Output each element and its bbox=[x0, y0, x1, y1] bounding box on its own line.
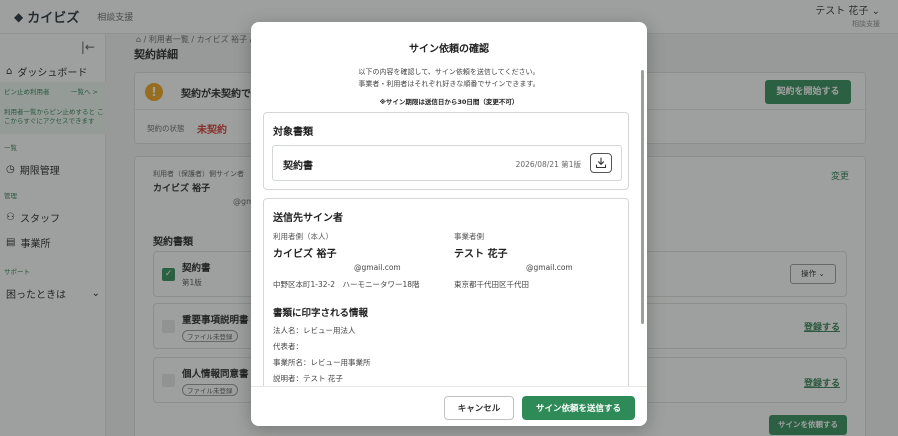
sign-request-modal: サイン依頼の確認 以下の内容を確認して、サイン依頼を送信してください。 事業者・… bbox=[251, 22, 647, 426]
modal-scrollbar[interactable] bbox=[641, 70, 644, 324]
print-representative: 代表者： bbox=[273, 342, 303, 351]
target-doc-row: 契約書 2026/08/21 第1版 bbox=[272, 145, 622, 181]
download-button[interactable] bbox=[590, 153, 612, 173]
provider-side-email: @gmail.com bbox=[526, 263, 573, 272]
doc-meta: 2026/08/21 第1版 bbox=[515, 160, 581, 169]
user-side-email: @gmail.com bbox=[354, 263, 401, 272]
print-corp-name: 法人名：レビュー用法人 bbox=[273, 326, 356, 335]
send-sign-request-button[interactable]: サイン依頼を送信する bbox=[522, 396, 635, 420]
user-side-name: カイビズ 裕子 bbox=[273, 249, 337, 260]
modal-footer: キャンセル サイン依頼を送信する bbox=[251, 386, 647, 426]
user-side-address: 中野区本町1-32-2 ハーモニータワー18階 bbox=[273, 280, 420, 289]
cancel-button[interactable]: キャンセル bbox=[444, 396, 514, 420]
download-icon bbox=[595, 157, 607, 169]
provider-side-name: テスト 花子 bbox=[454, 249, 508, 260]
section-heading: 送信先サイン者 bbox=[273, 213, 343, 224]
provider-side-label: 事業者側 bbox=[454, 232, 484, 241]
doc-name: 契約書 bbox=[283, 161, 313, 172]
modal-instruction-2: 事業者・利用者はそれぞれ好きな順番でサインできます。 bbox=[358, 80, 540, 88]
modal-deadline-note: ※サイン期限は送信日から30日間（変更不可） bbox=[379, 98, 519, 106]
modal-instruction-1: 以下の内容を確認して、サイン依頼を送信してください。 bbox=[358, 68, 540, 76]
modal-title: サイン依頼の確認 bbox=[409, 44, 489, 55]
target-docs-section: 対象書類 契約書 2026/08/21 第1版 bbox=[263, 112, 629, 190]
print-explainer: 説明者：テスト 花子 bbox=[273, 374, 343, 383]
section-heading: 対象書類 bbox=[273, 127, 313, 138]
print-office-name: 事業所名：レビュー用事業所 bbox=[273, 358, 371, 367]
print-info-heading: 書類に印字される情報 bbox=[273, 308, 369, 319]
recipients-section: 送信先サイン者 利用者側（本人） カイビズ 裕子 @gmail.com 中野区本… bbox=[263, 198, 629, 386]
provider-side-address: 東京都千代田区千代田 bbox=[454, 280, 529, 289]
user-side-label: 利用者側（本人） bbox=[273, 232, 333, 241]
modal-scroll-area[interactable]: 対象書類 契約書 2026/08/21 第1版 送信先サイン者 利用者側（本人）… bbox=[251, 110, 647, 386]
